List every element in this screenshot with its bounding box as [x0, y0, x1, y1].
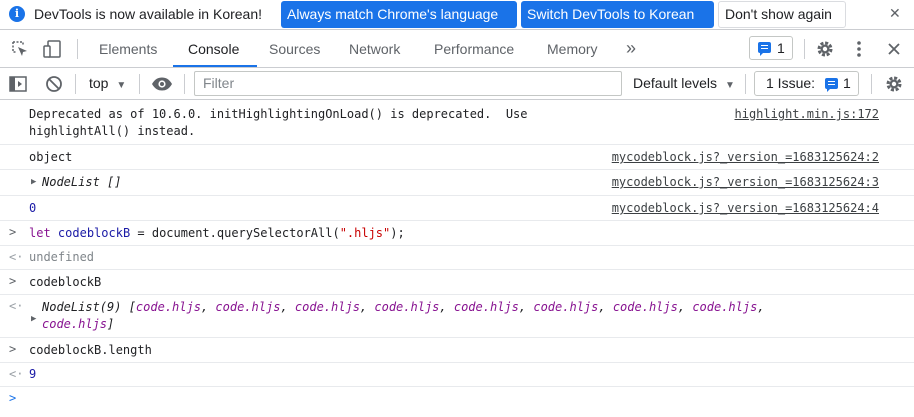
inspect-element-icon[interactable]	[11, 40, 29, 61]
node-item: code.hljs	[612, 300, 678, 314]
filter-input[interactable]: Filter	[194, 71, 622, 96]
close-infobar-icon[interactable]: ✕	[889, 5, 901, 22]
nodelist-summary[interactable]: NodeList(9) [code.hljs, code.hljs, code.…	[42, 299, 765, 316]
tab-console[interactable]: Console	[188, 30, 239, 67]
devtools-tabbar: Elements Console Sources Network Perform…	[0, 30, 914, 68]
string: ".hljs"	[339, 226, 391, 240]
clear-console-icon[interactable]	[45, 75, 63, 96]
result-prompt-icon: <·	[9, 299, 24, 313]
message-text: highlightAll() instead.	[29, 124, 196, 138]
issues-label: 1 Issue:	[766, 75, 816, 91]
nodelist-summary-cont[interactable]: code.hljs]	[42, 316, 114, 333]
tab-sources[interactable]: Sources	[269, 30, 320, 67]
active-tab-indicator	[173, 65, 257, 67]
message-icon	[758, 42, 771, 56]
messages-badge-button[interactable]: 1	[749, 36, 793, 60]
command-text: codeblockB	[29, 275, 102, 289]
message-text[interactable]: NodeList []	[42, 174, 121, 191]
eye-icon[interactable]	[151, 76, 173, 95]
info-icon: i	[9, 6, 25, 22]
more-tabs-icon[interactable]: »	[626, 30, 636, 67]
issues-button[interactable]: 1 Issue: 1	[754, 71, 859, 96]
result-prompt-icon: <·	[9, 367, 24, 381]
console-settings-gear-icon[interactable]	[884, 74, 904, 97]
node-item: code.hljs	[42, 317, 108, 331]
message-icon	[825, 78, 838, 92]
more-options-icon[interactable]	[856, 40, 862, 61]
toolbar-divider	[184, 74, 185, 94]
active-prompt-icon: >	[9, 391, 17, 405]
nodelist-tail: ]	[107, 317, 115, 331]
command-text: let codeblockB = document.querySelectorA…	[29, 225, 405, 242]
chevron-down-icon: ▼	[724, 80, 735, 91]
input-prompt-icon: >	[9, 225, 17, 239]
issues-count: 1	[843, 75, 851, 91]
tab-elements[interactable]: Elements	[99, 30, 157, 67]
code: = document.querySelectorAll(	[130, 226, 340, 240]
message-text: Deprecated as of 10.6.0. initHighlightin…	[29, 107, 528, 121]
message-text: object	[29, 150, 73, 164]
tab-performance[interactable]: Performance	[434, 30, 514, 67]
node-item: code.hljs	[294, 300, 360, 314]
console-input-entry: > codeblockB	[0, 270, 914, 295]
node-item: code.hljs	[533, 300, 599, 314]
console-message: Deprecated as of 10.6.0. initHighlightin…	[0, 100, 914, 145]
input-prompt-icon: >	[9, 274, 17, 288]
node-item: code.hljs	[215, 300, 281, 314]
chevron-down-icon: ▼	[116, 80, 127, 91]
toolbar-divider	[77, 39, 78, 59]
tab-network[interactable]: Network	[349, 30, 400, 67]
node-item: code.hljs	[692, 300, 758, 314]
console-input-entry: > let codeblockB = document.querySelecto…	[0, 221, 914, 246]
sidebar-toggle-icon[interactable]	[9, 75, 27, 96]
console-result-entry: <· undefined	[0, 246, 914, 270]
input-prompt-icon: >	[9, 342, 17, 356]
switch-to-korean-button[interactable]: Switch DevTools to Korean	[521, 1, 714, 28]
toolbar-divider	[871, 74, 872, 94]
code: );	[390, 226, 405, 240]
node-item: code.hljs	[453, 300, 519, 314]
console-message: 0 mycodeblock.js?_version_=1683125624:4	[0, 196, 914, 221]
console-prompt-input[interactable]: >	[0, 387, 914, 417]
source-link[interactable]: mycodeblock.js?_version_=1683125624:4	[612, 200, 879, 217]
context-label: top	[89, 75, 109, 91]
node-item: code.hljs	[135, 300, 201, 314]
toolbar-divider	[139, 74, 140, 94]
log-levels-dropdown[interactable]: Default levels ▼	[633, 75, 735, 91]
close-devtools-icon[interactable]	[887, 42, 901, 59]
console-message: ▶ NodeList [] mycodeblock.js?_version_=1…	[0, 170, 914, 196]
log-levels-label: Default levels	[633, 75, 718, 91]
dont-show-again-button[interactable]: Don't show again	[718, 1, 846, 28]
console-toolbar: top ▼ Filter Default levels ▼ 1 Issue: 1	[0, 68, 914, 100]
result-prompt-icon: <·	[9, 250, 24, 264]
console-result-entry: <· ▶ NodeList(9) [code.hljs, code.hljs, …	[0, 295, 914, 338]
expand-triangle-icon[interactable]: ▶	[31, 314, 36, 324]
settings-gear-icon[interactable]	[815, 39, 835, 62]
source-link[interactable]: mycodeblock.js?_version_=1683125624:2	[612, 149, 879, 166]
result-text: undefined	[29, 250, 95, 264]
message-text: 0	[29, 201, 37, 215]
variable: codeblockB	[57, 226, 131, 240]
command-text: codeblockB.length	[29, 343, 152, 357]
keyword: let	[29, 226, 51, 240]
messages-count: 1	[777, 40, 785, 56]
tab-memory[interactable]: Memory	[547, 30, 598, 67]
toolbar-divider	[804, 39, 805, 59]
toolbar-divider	[75, 74, 76, 94]
language-infobar: i DevTools is now available in Korean! A…	[0, 0, 914, 30]
toolbar-divider	[745, 74, 746, 94]
console-input-entry: > codeblockB.length	[0, 338, 914, 363]
infobar-message: DevTools is now available in Korean!	[34, 6, 263, 22]
node-item: code.hljs	[374, 300, 440, 314]
source-link[interactable]: highlight.min.js:172	[735, 106, 880, 123]
result-text: 9	[29, 367, 37, 381]
expand-triangle-icon[interactable]: ▶	[31, 177, 36, 187]
context-selector[interactable]: top ▼	[89, 75, 126, 91]
console-message: object mycodeblock.js?_version_=16831256…	[0, 145, 914, 170]
console-result-entry: <· 9	[0, 363, 914, 387]
device-toolbar-icon[interactable]	[43, 40, 63, 61]
nodelist-head: NodeList(9) [	[42, 300, 136, 314]
always-match-language-button[interactable]: Always match Chrome's language	[281, 1, 517, 28]
source-link[interactable]: mycodeblock.js?_version_=1683125624:3	[612, 174, 879, 191]
